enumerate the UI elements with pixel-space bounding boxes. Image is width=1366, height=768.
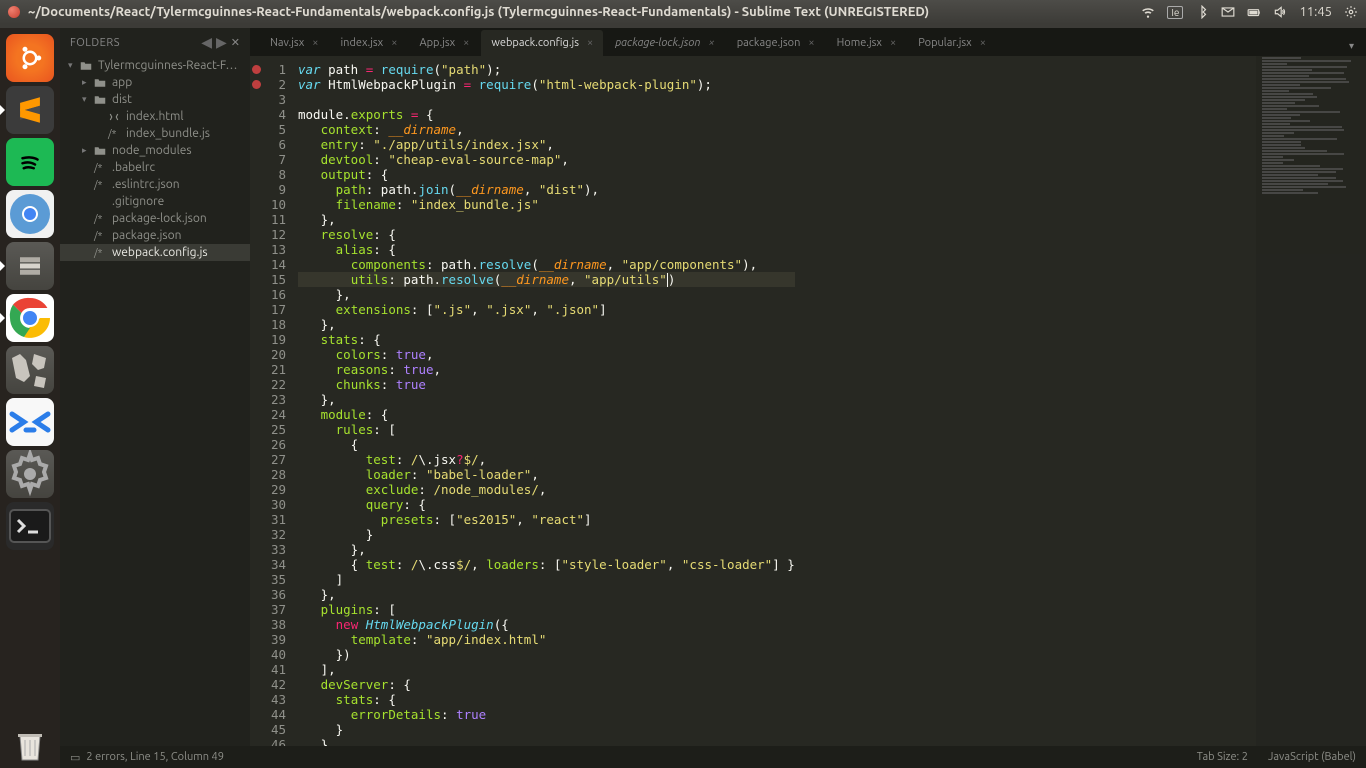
- folder-icon: [94, 94, 108, 106]
- line-gutter: 1234567891011121314151617181920212223242…: [250, 56, 294, 746]
- js-icon: /*: [94, 179, 108, 190]
- status-syntax[interactable]: JavaScript (Babel): [1268, 751, 1356, 763]
- tab[interactable]: webpack.config.js×: [481, 30, 603, 56]
- folder-sidebar: FOLDERS ◀ ▶ ✕ ▾Tylermcguinnes-React-F…▸a…: [60, 28, 250, 746]
- mail-icon[interactable]: [1221, 5, 1235, 19]
- tab-close-icon[interactable]: ×: [980, 37, 986, 49]
- file-tree: ▾Tylermcguinnes-React-F…▸app▾distindex.h…: [60, 55, 250, 263]
- battery-icon[interactable]: [1247, 5, 1261, 19]
- tab[interactable]: package-lock.json×: [605, 30, 725, 56]
- sublime-icon[interactable]: [6, 86, 54, 134]
- sidebar-title: FOLDERS: [70, 37, 120, 49]
- tree-item[interactable]: /*.eslintrc.json: [60, 176, 250, 193]
- tab-close-icon[interactable]: ×: [463, 37, 469, 49]
- trash-icon[interactable]: [6, 720, 54, 768]
- tree-item[interactable]: index.html: [60, 108, 250, 125]
- clock[interactable]: 11:45: [1299, 5, 1332, 19]
- tab[interactable]: App.jsx×: [409, 30, 479, 56]
- status-error-icon[interactable]: ▭: [70, 751, 80, 764]
- tab[interactable]: Nav.jsx×: [260, 30, 328, 56]
- volume-icon[interactable]: [1273, 5, 1287, 19]
- js-icon: /*: [94, 247, 108, 258]
- tree-item[interactable]: ▸app: [60, 74, 250, 91]
- tab-close-icon[interactable]: ×: [312, 37, 318, 49]
- tab-overflow-icon[interactable]: ▾: [1345, 36, 1358, 56]
- folder-icon: [80, 60, 94, 72]
- window-titlebar: ~/Documents/React/Tylermcguinnes-React-F…: [0, 0, 1366, 24]
- tree-item[interactable]: /*index_bundle.js: [60, 125, 250, 142]
- code-content[interactable]: var path = require("path");var HtmlWebpa…: [294, 56, 795, 746]
- chromium-icon[interactable]: [6, 190, 54, 238]
- code-editor-pane[interactable]: 1234567891011121314151617181920212223242…: [250, 56, 1366, 746]
- unity-launcher: [0, 28, 60, 768]
- tree-item[interactable]: /*package-lock.json: [60, 210, 250, 227]
- sublime-editor: FOLDERS ◀ ▶ ✕ ▾Tylermcguinnes-React-F…▸a…: [60, 28, 1366, 768]
- window-title: ~/Documents/React/Tylermcguinnes-React-F…: [28, 5, 1141, 19]
- system-tray: Ie 11:45: [1141, 5, 1358, 19]
- tab-close-icon[interactable]: ×: [808, 37, 814, 49]
- tree-item[interactable]: /*webpack.config.js: [60, 244, 250, 261]
- wifi-icon[interactable]: [1141, 5, 1155, 19]
- nav-back-icon[interactable]: ◀: [201, 34, 212, 51]
- folder-icon: [94, 145, 108, 157]
- code-editor-icon[interactable]: [6, 398, 54, 446]
- dash-icon[interactable]: [6, 34, 54, 82]
- folder-icon: [94, 77, 108, 89]
- tab-close-icon[interactable]: ×: [587, 37, 593, 49]
- tab[interactable]: index.jsx×: [330, 30, 407, 56]
- spotify-icon[interactable]: [6, 138, 54, 186]
- tab[interactable]: Home.jsx×: [827, 30, 907, 56]
- files-icon[interactable]: [6, 242, 54, 290]
- language-indicator[interactable]: Ie: [1167, 6, 1183, 19]
- status-bar: ▭ 2 errors, Line 15, Column 49 Tab Size:…: [60, 746, 1366, 768]
- tab-close-icon[interactable]: ×: [391, 37, 397, 49]
- status-errors[interactable]: 2 errors, Line 15, Column 49: [86, 751, 1176, 763]
- tree-item[interactable]: ▾Tylermcguinnes-React-F…: [60, 57, 250, 74]
- chrome-icon[interactable]: [6, 294, 54, 342]
- js-icon: /*: [94, 230, 108, 241]
- tab-close-icon[interactable]: ×: [709, 37, 715, 49]
- bluetooth-icon[interactable]: [1195, 5, 1209, 19]
- close-button[interactable]: [8, 6, 20, 18]
- tab-bar: Nav.jsx×index.jsx×App.jsx×webpack.config…: [250, 28, 1366, 56]
- tree-item[interactable]: .gitignore: [60, 193, 250, 210]
- tree-item[interactable]: /*package.json: [60, 227, 250, 244]
- tree-item[interactable]: ▸node_modules: [60, 142, 250, 159]
- nav-forward-icon[interactable]: ▶: [216, 34, 227, 51]
- tree-item[interactable]: ▾dist: [60, 91, 250, 108]
- tree-item[interactable]: /*.babelrc: [60, 159, 250, 176]
- terminal-icon[interactable]: [6, 502, 54, 550]
- nav-close-icon[interactable]: ✕: [231, 36, 240, 49]
- js-icon: /*: [108, 128, 122, 139]
- js-icon: /*: [94, 213, 108, 224]
- minimap[interactable]: [1256, 56, 1366, 746]
- gear-icon[interactable]: [1344, 5, 1358, 19]
- tab-close-icon[interactable]: ×: [890, 37, 896, 49]
- tab[interactable]: package.json×: [727, 30, 825, 56]
- js-icon: /*: [94, 162, 108, 173]
- status-tabsize[interactable]: Tab Size: 2: [1197, 751, 1248, 763]
- settings-icon[interactable]: [6, 346, 54, 394]
- system-settings-icon[interactable]: [6, 450, 54, 498]
- html-icon: [108, 111, 122, 123]
- tab[interactable]: Popular.jsx×: [908, 30, 996, 56]
